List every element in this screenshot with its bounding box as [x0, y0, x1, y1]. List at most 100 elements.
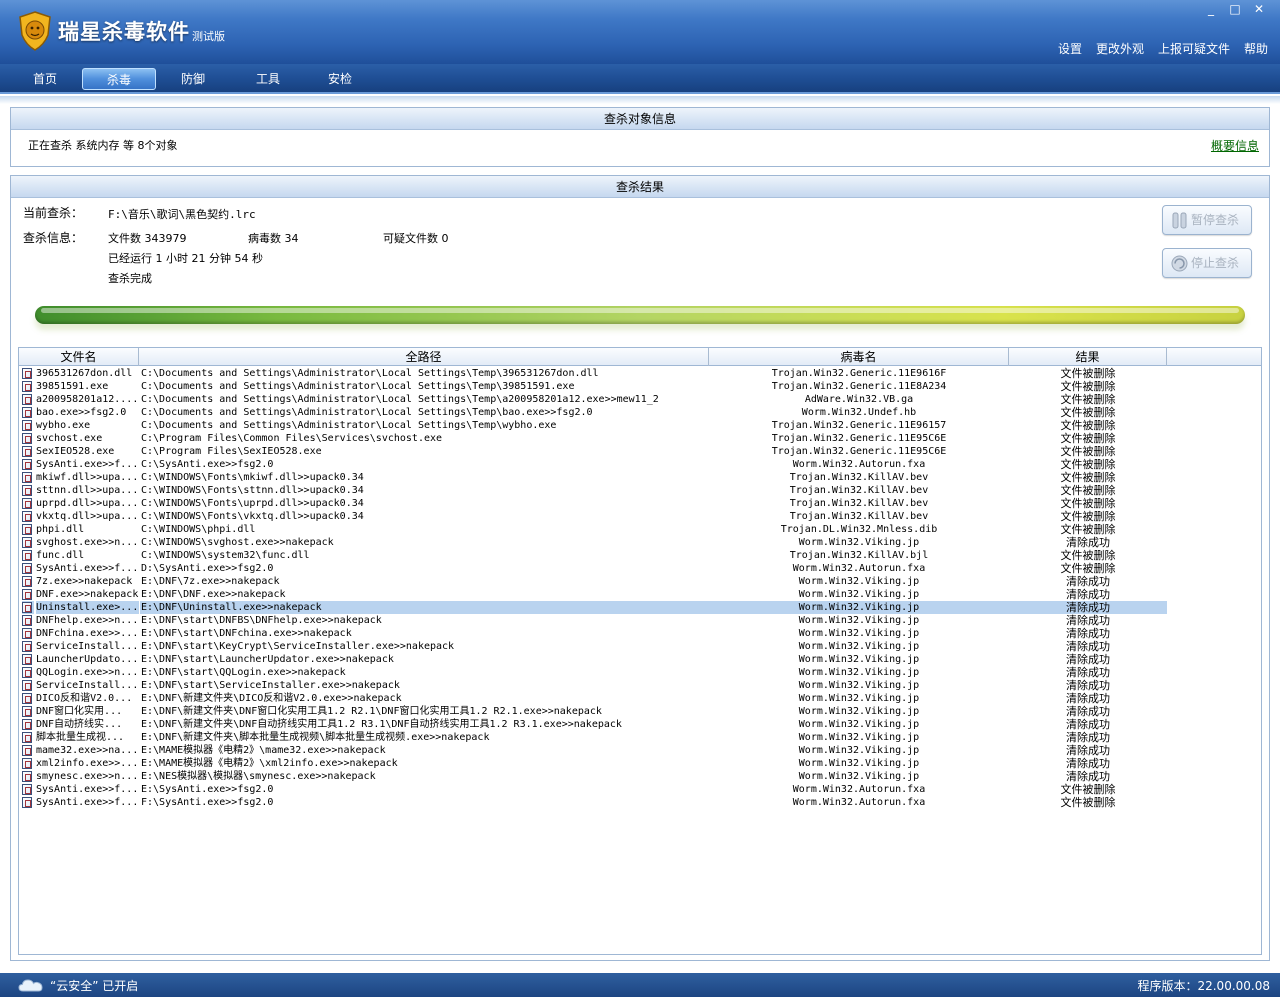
table-row[interactable]: mame32.exe>>na... E:\MAME模拟器《电精2》\mame32.… — [19, 744, 1261, 757]
table-row[interactable]: uprpd.dll>>upa... C:\WINDOWS\Fonts\uprpd.… — [19, 497, 1261, 510]
current-scan-label: 当前查杀： — [23, 206, 84, 220]
cell-filename: SysAnti.exe>>f... — [36, 797, 139, 808]
file-icon — [22, 719, 32, 730]
table-row[interactable]: svghost.exe>>n... C:\WINDOWS\svghost.exe>… — [19, 536, 1261, 549]
table-row[interactable]: func.dll C:\WINDOWS\system32\func.dll Troj… — [19, 549, 1261, 562]
results-table-body: 396531267don.dll C:\Documents and Setting… — [19, 367, 1261, 809]
minimize-button[interactable]: _ — [1204, 2, 1218, 16]
table-row[interactable]: wybho.exe C:\Documents and Settings\Admin… — [19, 419, 1261, 432]
file-icon — [22, 731, 34, 744]
col-header-filename[interactable]: 文件名 — [19, 348, 139, 366]
table-row[interactable]: ServiceInstall... E:\DNF\start\ServiceIns… — [19, 679, 1261, 692]
cell-fullpath: E:\MAME模拟器《电精2》\mame32.exe>>nakepack — [141, 745, 386, 756]
cell-virusname: Worm.Win32.Autorun.fxa — [792, 784, 926, 795]
cell-filename: bao.exe>>fsg2.0 — [36, 407, 127, 418]
cell-result: 清除成功 — [1066, 614, 1110, 627]
table-row[interactable]: SexIEO528.exe C:\Program Files\SexIEO528.… — [19, 445, 1261, 458]
table-row[interactable]: DNFchina.exe>>... E:\DNF\start\DNFchina.e… — [19, 627, 1261, 640]
file-icon — [22, 641, 32, 652]
table-row[interactable]: 7z.exe>>nakepack E:\DNF\7z.exe>>nakepack W… — [19, 575, 1261, 588]
table-row[interactable]: svchost.exe C:\Program Files\Common Files… — [19, 432, 1261, 445]
cell-filename: phpi.dll — [36, 524, 85, 535]
cell-fullpath: E:\DNF\start\ServiceInstaller.exe>>nakep… — [141, 680, 400, 691]
table-row[interactable]: vkxtq.dll>>upa... C:\WINDOWS\Fonts\vkxtq.… — [19, 510, 1261, 523]
table-row[interactable]: phpi.dll C:\WINDOWS\phpi.dll Trojan.DL.Win… — [19, 523, 1261, 536]
results-table-header: 文件名 全路径 病毒名 结果 — [19, 348, 1261, 366]
cell-fullpath: E:\DNF\新建文件夹\脚本批量生成视频\脚本批量生成视频.exe>>nake… — [141, 732, 490, 743]
tab-home[interactable]: 首页 — [8, 68, 82, 90]
tab-security-check[interactable]: 安检 — [303, 68, 377, 90]
cell-fullpath: C:\Documents and Settings\Administrator\… — [141, 394, 659, 405]
cell-result: 清除成功 — [1066, 536, 1110, 549]
col-header-fullpath[interactable]: 全路径 — [139, 348, 709, 366]
cell-filename: SysAnti.exe>>f... — [36, 563, 139, 574]
cell-virusname: Trojan.Win32.KillAV.bev — [789, 472, 929, 483]
tab-defense[interactable]: 防御 — [156, 68, 230, 90]
cell-fullpath: F:\SysAnti.exe>>fsg2.0 — [141, 797, 274, 808]
settings-link[interactable]: 设置 — [1058, 40, 1082, 57]
summary-info-link[interactable]: 概要信息 — [1211, 137, 1259, 154]
col-header-result[interactable]: 结果 — [1009, 348, 1167, 366]
col-header-virusname[interactable]: 病毒名 — [709, 348, 1009, 366]
cell-filename: 7z.exe>>nakepack — [36, 576, 133, 587]
table-row[interactable]: DNFhelp.exe>>n... E:\DNF\start\DNFBS\DNFh… — [19, 614, 1261, 627]
change-skin-link[interactable]: 更改外观 — [1096, 40, 1144, 57]
table-row[interactable]: 脚本批量生成视... E:\DNF\新建文件夹\脚本批量生成视频\脚本批量生成视频… — [19, 731, 1261, 744]
table-row[interactable]: mkiwf.dll>>upa... C:\WINDOWS\Fonts\mkiwf.… — [19, 471, 1261, 484]
file-icon — [22, 614, 34, 627]
cell-virusname: Worm.Win32.Viking.jp — [798, 706, 920, 717]
close-button[interactable]: ✕ — [1252, 2, 1266, 16]
table-row[interactable]: ServiceInstall... E:\DNF\start\KeyCrypt\S… — [19, 640, 1261, 653]
table-row[interactable]: DNF自动挤线实... E:\DNF\新建文件夹\DNF自动挤线实用工具1.2 R… — [19, 718, 1261, 731]
file-icon — [22, 498, 32, 509]
stop-scan-button[interactable]: 停止查杀 — [1162, 248, 1252, 278]
table-row[interactable]: 39851591.exe C:\Documents and Settings\Ad… — [19, 380, 1261, 393]
table-row[interactable]: sttnn.dll>>upa... C:\WINDOWS\Fonts\sttnn.… — [19, 484, 1261, 497]
table-row[interactable]: DNF窗口化实用... E:\DNF\新建文件夹\DNF窗口化实用工具1.2 R2… — [19, 705, 1261, 718]
tab-scan[interactable]: 杀毒 — [82, 68, 156, 90]
file-icon — [22, 679, 34, 692]
main-nav: 首页 杀毒 防御 工具 安检 — [0, 64, 1280, 94]
table-row[interactable]: 396531267don.dll C:\Documents and Setting… — [19, 367, 1261, 380]
cell-filename: DNF自动挤线实... — [36, 719, 123, 730]
cell-fullpath: E:\DNF\新建文件夹\DNF窗口化实用工具1.2 R2.1\DNF窗口化实用… — [141, 706, 602, 717]
pause-scan-button[interactable]: 暂停查杀 — [1162, 205, 1252, 235]
table-row[interactable]: SysAnti.exe>>f... E:\SysAnti.exe>>fsg2.0 W… — [19, 783, 1261, 796]
file-icon — [22, 602, 32, 613]
cell-virusname: Worm.Win32.Viking.jp — [798, 667, 920, 678]
tab-tools[interactable]: 工具 — [231, 68, 305, 90]
table-row[interactable]: DNF.exe>>nakepack E:\DNF\DNF.exe>>nakepac… — [19, 588, 1261, 601]
cell-virusname: Trojan.Win32.Generic.11E95C6E — [771, 446, 947, 457]
table-row[interactable]: QQLogin.exe>>n... E:\DNF\start\QQLogin.ex… — [19, 666, 1261, 679]
cell-result: 清除成功 — [1066, 757, 1110, 770]
table-row[interactable]: SysAnti.exe>>f... D:\SysAnti.exe>>fsg2.0 W… — [19, 562, 1261, 575]
file-icon — [22, 601, 34, 614]
table-row[interactable]: a200958201a12.... C:\Documents and Settin… — [19, 393, 1261, 406]
cell-fullpath: E:\DNF\start\DNFchina.exe>>nakepack — [141, 628, 352, 639]
table-row[interactable]: SysAnti.exe>>f... F:\SysAnti.exe>>fsg2.0 W… — [19, 796, 1261, 809]
help-link[interactable]: 帮助 — [1244, 40, 1268, 57]
table-row[interactable]: smynesc.exe>>n... E:\NES模拟器\模拟器\smynesc.e… — [19, 770, 1261, 783]
cell-filename: vkxtq.dll>>upa... — [36, 511, 139, 522]
cell-result: 文件被删除 — [1060, 380, 1116, 393]
cell-result: 文件被删除 — [1060, 783, 1116, 796]
table-row[interactable]: bao.exe>>fsg2.0 C:\Documents and Settings… — [19, 406, 1261, 419]
report-suspicious-file-link[interactable]: 上报可疑文件 — [1158, 40, 1230, 57]
cell-virusname: Trojan.Win32.Generic.11E96157 — [771, 420, 947, 431]
table-row[interactable]: LauncherUpdato... E:\DNF\start\LauncherUp… — [19, 653, 1261, 666]
cell-virusname: Worm.Win32.Viking.jp — [798, 732, 920, 743]
file-icon — [22, 576, 32, 587]
program-version: 程序版本：22.00.00.08 — [1137, 979, 1270, 993]
file-icon — [22, 471, 34, 484]
table-row[interactable]: SysAnti.exe>>f... C:\SysAnti.exe>>fsg2.0 W… — [19, 458, 1261, 471]
cell-filename: sttnn.dll>>upa... — [36, 485, 139, 496]
cell-virusname: Worm.Win32.Undef.hb — [801, 407, 917, 418]
maximize-button[interactable]: □ — [1228, 2, 1242, 16]
cell-filename: DNF窗口化实用... — [36, 706, 123, 717]
cell-filename: ServiceInstall... — [36, 680, 139, 691]
table-row[interactable]: xml2info.exe>>... E:\MAME模拟器《电精2》\xml2inf… — [19, 757, 1261, 770]
cell-fullpath: E:\DNF\start\LauncherUpdator.exe>>nakepa… — [141, 654, 394, 665]
table-row[interactable]: Uninstall.exe>... E:\DNF\Uninstall.exe>>n… — [19, 601, 1261, 614]
table-row[interactable]: DICO反和谐V2.0... E:\DNF\新建文件夹\DICO反和谐V2.0.e… — [19, 692, 1261, 705]
file-icon — [22, 497, 34, 510]
